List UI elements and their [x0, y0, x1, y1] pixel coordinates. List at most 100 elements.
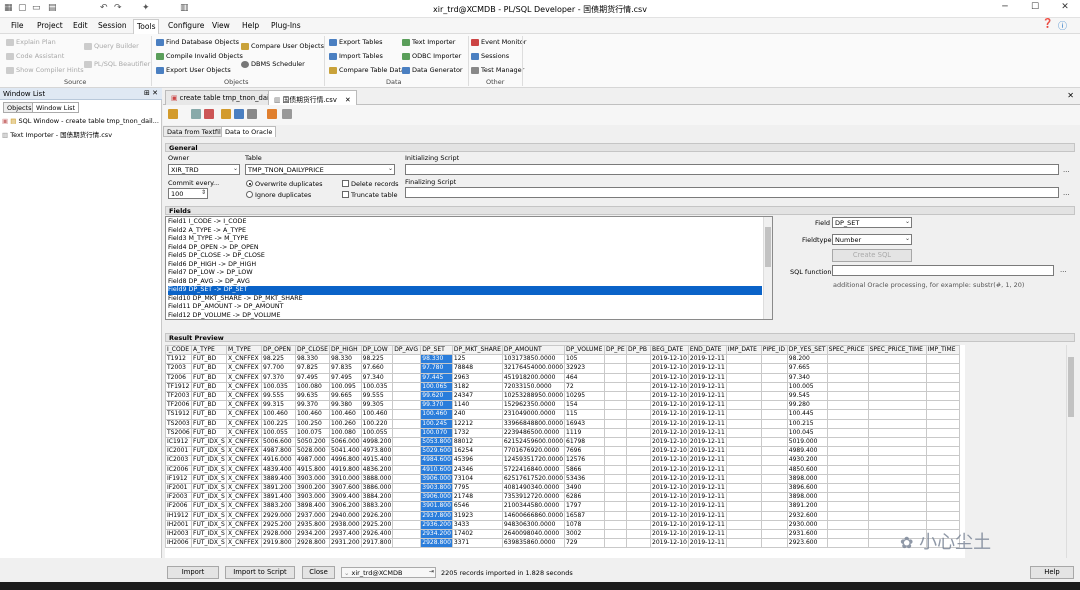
- open-template-icon[interactable]: [221, 109, 231, 119]
- column-header[interactable]: SPEC_PRICE: [826, 345, 869, 356]
- ignore-duplicates-radio[interactable]: [246, 191, 253, 198]
- sessions-button[interactable]: Sessions: [471, 52, 509, 60]
- column-header[interactable]: DP_HIGH: [329, 345, 362, 356]
- close-window-button[interactable]: ✕: [1050, 2, 1080, 16]
- list-item[interactable]: Field5 DP_CLOSE -> DP_CLOSE: [168, 252, 762, 261]
- column-header[interactable]: DP_CLOSE: [295, 345, 330, 356]
- table-row[interactable]: T2006 FUT_BD X_CNFFEX 97.370 97.495 97.495 97.…: [165, 372, 960, 383]
- brush-icon[interactable]: [282, 109, 292, 119]
- result-preview-grid[interactable]: I_CODE A_TYPE M_TYPE DP_OPEN DP_CLOSE DP_HIGH…: [165, 345, 965, 558]
- maximize-button[interactable]: ☐: [1020, 2, 1050, 16]
- list-item[interactable]: Field11 DP_AMOUNT -> DP_AMOUNT: [168, 303, 762, 312]
- import-to-script-button[interactable]: Import to Script: [225, 566, 295, 579]
- column-header[interactable]: BEG_DATE: [650, 345, 689, 356]
- save-template-icon[interactable]: [234, 109, 244, 119]
- column-header[interactable]: DP_OPEN: [261, 345, 296, 356]
- pin-close-icon[interactable]: ⊞ ✕: [144, 89, 158, 97]
- window-item-sql[interactable]: ▣ ▤ SQL Window - create table tmp_tnon_d…: [2, 117, 159, 125]
- menu-edit[interactable]: Edit: [73, 21, 88, 30]
- browse-sql-button[interactable]: …: [1060, 266, 1067, 274]
- list-item[interactable]: Field6 DP_HIGH -> DP_HIGH: [168, 261, 762, 270]
- column-header[interactable]: DP_AMOUNT: [501, 345, 566, 356]
- field-mapping-list[interactable]: Field1 I_CODE -> I_CODE Field2 A_TYPE ->…: [165, 216, 773, 320]
- table-row[interactable]: TF2006 FUT_BD X_CNFFEX 99.315 99.370 99.380 99…: [165, 400, 960, 411]
- table-row[interactable]: IC1912 FUT_IDX_S X_CNFFEX 5006.600 5050.200 5…: [165, 437, 960, 448]
- finalizing-script-input[interactable]: [405, 187, 1059, 198]
- table-row[interactable]: TS1912 FUT_BD X_CNFFEX 100.460 100.460 100.46…: [165, 409, 960, 420]
- list-item[interactable]: Field1 I_CODE -> I_CODE: [168, 218, 762, 227]
- list-item-selected[interactable]: Field9 DP_SET -> DP_SET: [168, 286, 762, 295]
- column-header[interactable]: DP_SET: [420, 345, 453, 356]
- help-button[interactable]: Help: [1030, 566, 1074, 579]
- compile-invalid-objects-button[interactable]: Compile Invalid Objects: [156, 52, 243, 60]
- copy-icon[interactable]: [191, 109, 201, 119]
- export-tables-button[interactable]: Export Tables: [329, 38, 383, 46]
- close-tab-icon[interactable]: ✕: [345, 96, 351, 104]
- delete-icon[interactable]: [204, 109, 214, 119]
- column-header[interactable]: DP_AVG: [392, 345, 422, 356]
- tab-data-from-textfile[interactable]: Data from Textfile: [163, 126, 229, 137]
- import-tables-button[interactable]: Import Tables: [329, 52, 383, 60]
- window-item-text-importer[interactable]: ▥ Text Importer - 国债期货行情.csv: [2, 129, 112, 139]
- close-document-icon[interactable]: ✕: [1067, 91, 1074, 100]
- column-header[interactable]: DP_VOLUME: [564, 345, 606, 356]
- column-header[interactable]: PIPE_ID: [760, 345, 788, 356]
- table-row[interactable]: IH2003 FUT_IDX_S X_CNFFEX 2928.000 2934.200 2…: [165, 529, 960, 540]
- open-file-icon[interactable]: [168, 109, 178, 119]
- field-list-scrollbar[interactable]: [763, 217, 772, 319]
- column-header[interactable]: I_CODE: [165, 345, 192, 356]
- event-monitor-button[interactable]: Event Monitor: [471, 38, 526, 46]
- table-row[interactable]: IH1912 FUT_IDX_S X_CNFFEX 2929.000 2937.000 2…: [165, 510, 960, 521]
- table-row[interactable]: IC2003 FUT_IDX_S X_CNFFEX 4916.000 4987.000 4…: [165, 455, 960, 466]
- list-item[interactable]: Field7 DP_LOW -> DP_LOW: [168, 269, 762, 278]
- code-assistant-button[interactable]: Code Assistant: [6, 52, 64, 60]
- menu-view[interactable]: View: [212, 21, 230, 30]
- show-compiler-hints-button[interactable]: Show Compiler Hints: [6, 66, 84, 74]
- table-row[interactable]: TF1912 FUT_BD X_CNFFEX 100.035 100.080 100.09…: [165, 381, 960, 393]
- list-item[interactable]: Field3 M_TYPE -> M_TYPE: [168, 235, 762, 244]
- table-row[interactable]: IF2003 FUT_IDX_S X_CNFFEX 3891.400 3903.000 3…: [165, 492, 960, 503]
- create-sql-button[interactable]: Create SQL: [832, 249, 912, 262]
- table-row[interactable]: IC2001 FUT_IDX_S X_CNFFEX 4987.800 5028.000 5…: [165, 446, 960, 457]
- list-item[interactable]: Field4 DP_OPEN -> DP_OPEN: [168, 244, 762, 253]
- menu-session[interactable]: Session: [98, 21, 127, 30]
- delete-records-checkbox[interactable]: [342, 180, 349, 187]
- fieldtype-select[interactable]: Number ⌄: [832, 234, 912, 245]
- column-header[interactable]: END_DATE: [687, 345, 727, 356]
- connection-indicator[interactable]: ⌄ xir_trd@XCMDB ⇥: [341, 567, 436, 578]
- sql-function-input[interactable]: [832, 265, 1054, 276]
- minimize-button[interactable]: ─: [990, 2, 1020, 16]
- table-row[interactable]: IF1912 FUT_IDX_S X_CNFFEX 3889.400 3903.000 3…: [165, 473, 960, 485]
- preview-scrollbar[interactable]: [1066, 345, 1075, 558]
- list-item[interactable]: Field12 DP_VOLUME -> DP_VOLUME: [168, 312, 762, 321]
- close-button[interactable]: Close: [302, 566, 335, 579]
- table-row[interactable]: T1912 FUT_BD X_CNFFEX 98.225 98.330 98.330 98.…: [165, 354, 960, 365]
- find-database-objects-button[interactable]: Find Database Objects: [156, 38, 239, 46]
- export-user-objects-button[interactable]: Export User Objects: [156, 66, 231, 74]
- info-icon[interactable]: ⓘ: [1058, 19, 1067, 32]
- list-item[interactable]: Field10 DP_MKT_SHARE -> DP_MKT_SHARE: [168, 295, 762, 304]
- commit-every-input[interactable]: 100 ⇕: [168, 188, 208, 199]
- field-select[interactable]: DP_SET ⌄: [832, 217, 912, 228]
- column-header[interactable]: DP_YES_SET: [786, 345, 828, 356]
- tab-text-importer[interactable]: ▥ 国债期货行情.csv ✕: [268, 90, 357, 105]
- menu-tools[interactable]: Tools: [133, 19, 160, 34]
- compare-user-objects-button[interactable]: Compare User Objects: [241, 42, 324, 50]
- menu-configure[interactable]: Configure: [168, 21, 204, 30]
- table-row[interactable]: TF2003 FUT_BD X_CNFFEX 99.555 99.635 99.665 99…: [165, 391, 960, 402]
- test-manager-button[interactable]: Test Manager: [471, 66, 524, 74]
- help-icon[interactable]: ❓: [1042, 19, 1053, 29]
- menu-project[interactable]: Project: [37, 21, 63, 30]
- column-header[interactable]: IMP_TIME: [925, 345, 960, 356]
- table-row[interactable]: IH2006 FUT_IDX_S X_CNFFEX 2919.800 2928.800 2…: [165, 538, 960, 549]
- tools-icon[interactable]: [267, 109, 277, 119]
- column-header[interactable]: IMP_DATE: [725, 345, 762, 356]
- column-header[interactable]: DP_PE: [604, 345, 628, 356]
- column-header[interactable]: SPEC_PRICE_TIME: [867, 345, 927, 356]
- compare-table-data-button[interactable]: Compare Table Data: [329, 66, 405, 74]
- table-select[interactable]: TMP_TNON_DAILYPRICE ⌄: [245, 164, 395, 175]
- browse-init-button[interactable]: …: [1063, 166, 1070, 174]
- menu-plugins[interactable]: Plug-Ins: [271, 21, 301, 30]
- menu-file[interactable]: File: [11, 21, 24, 30]
- column-header[interactable]: DP_LOW: [360, 345, 394, 356]
